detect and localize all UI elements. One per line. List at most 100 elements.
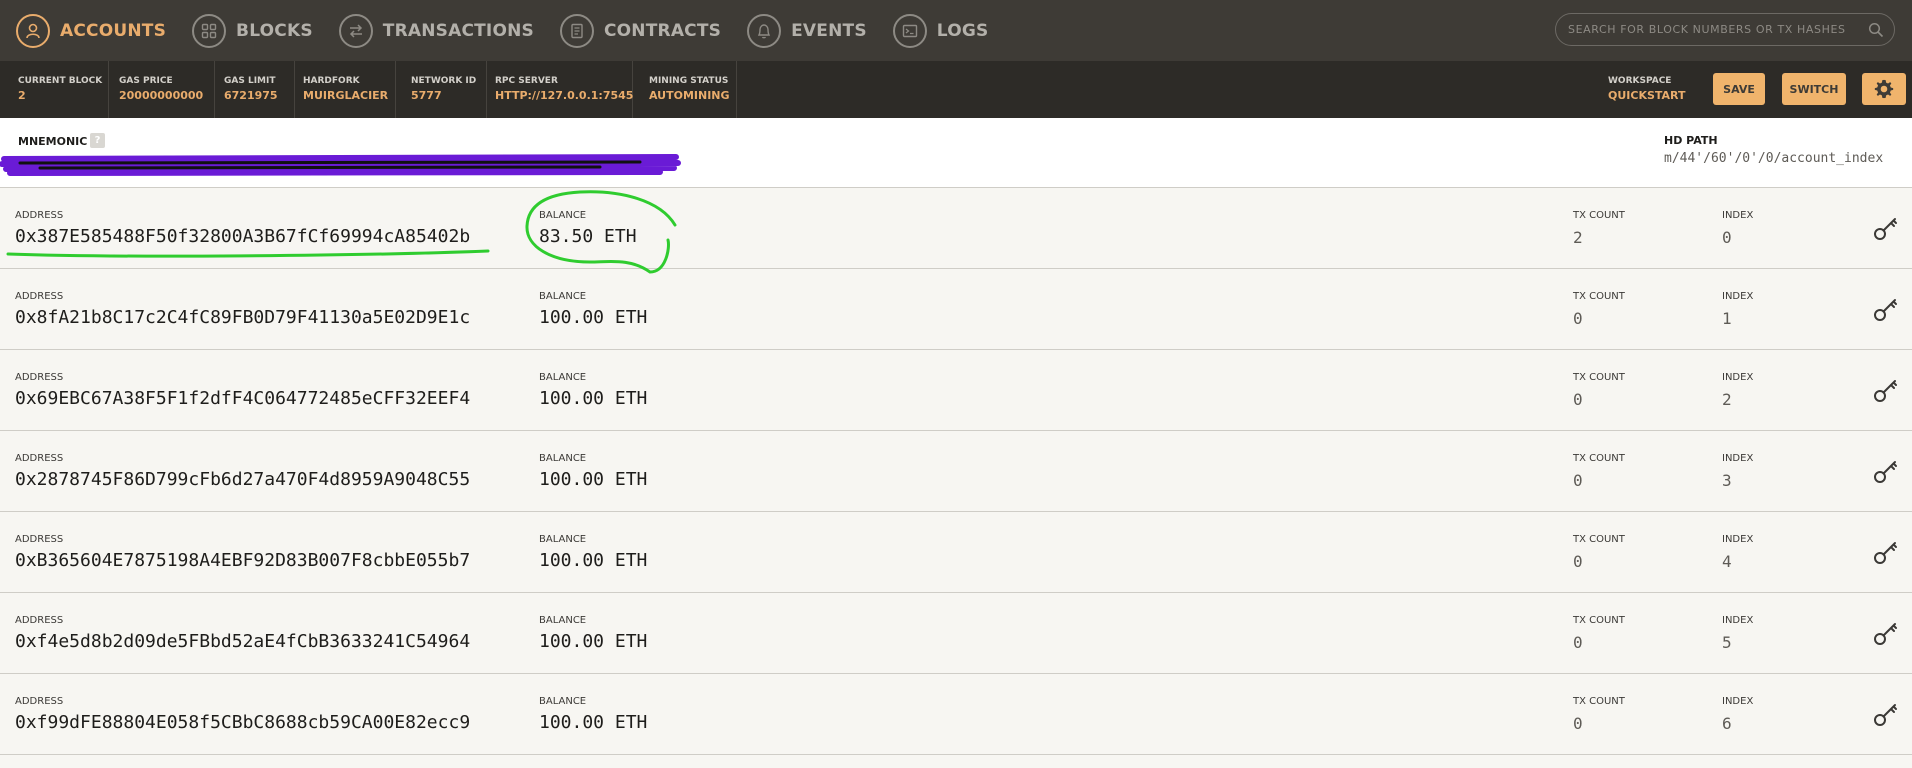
address-label: ADDRESS	[15, 696, 64, 707]
gas-price-stat: GAS PRICE 20000000000	[111, 61, 215, 118]
key-icon[interactable]	[1872, 376, 1900, 408]
nav-blocks[interactable]: BLOCKS	[192, 0, 313, 61]
current-block-stat: CURRENT BLOCK 2	[10, 61, 109, 118]
account-index: 5	[1722, 633, 1732, 652]
key-icon[interactable]	[1872, 214, 1900, 246]
account-index: 3	[1722, 471, 1732, 490]
account-row[interactable]: ADDRESS 0x387E585488F50f32800A3B67fCf699…	[0, 188, 1912, 269]
balance-label: BALANCE	[539, 615, 587, 626]
balance-label: BALANCE	[539, 696, 587, 707]
account-row[interactable]: ADDRESS 0xf4e5d8b2d09de5FBbd52aE4fCbB363…	[0, 593, 1912, 674]
network-id-label: NETWORK ID	[411, 76, 477, 86]
account-row[interactable]: ADDRESS 0xf99dFE88804E058f5CBbC8688cb59C…	[0, 674, 1912, 755]
account-balance: 100.00 ETH	[539, 388, 648, 409]
account-balance: 100.00 ETH	[539, 631, 648, 652]
account-address: 0x387E585488F50f32800A3B67fCf69994cA8540…	[15, 226, 471, 247]
index-label: INDEX	[1722, 615, 1754, 626]
search-input[interactable]	[1556, 22, 1868, 37]
settings-button[interactable]	[1862, 73, 1906, 105]
account-tx-count: 0	[1573, 309, 1583, 328]
workspace-label: WORKSPACE	[1608, 76, 1672, 86]
nav-transactions[interactable]: TRANSACTIONS	[338, 0, 534, 61]
gear-icon	[1873, 78, 1895, 100]
nav-contracts[interactable]: CONTRACTS	[559, 0, 722, 61]
account-row[interactable]: ADDRESS 0x2878745F86D799cFb6d27a470F4d89…	[0, 431, 1912, 512]
nav-blocks-label: BLOCKS	[236, 20, 313, 41]
account-address: 0xf99dFE88804E058f5CBbC8688cb59CA00E82ec…	[15, 712, 471, 733]
current-block-value: 2	[18, 89, 26, 102]
address-label: ADDRESS	[15, 615, 64, 626]
tx-count-label: TX COUNT	[1573, 534, 1625, 545]
address-label: ADDRESS	[15, 372, 64, 383]
account-address: 0x69EBC67A38F5F1f2dfF4C064772485eCFF32EE…	[15, 388, 471, 409]
account-tx-count: 0	[1573, 390, 1583, 409]
key-icon[interactable]	[1872, 538, 1900, 570]
network-id-value: 5777	[411, 89, 442, 102]
current-block-label: CURRENT BLOCK	[18, 76, 103, 86]
nav-contracts-label: CONTRACTS	[603, 20, 722, 41]
accounts-list: ADDRESS 0x387E585488F50f32800A3B67fCf699…	[0, 188, 1912, 755]
mining-status-stat: MINING STATUS AUTOMINING	[641, 61, 737, 118]
index-label: INDEX	[1722, 210, 1754, 221]
nav-accounts-label: ACCOUNTS	[60, 20, 167, 41]
account-address: 0x2878745F86D799cFb6d27a470F4d8959A9048C…	[15, 469, 471, 490]
transfer-icon	[338, 13, 373, 48]
account-tx-count: 0	[1573, 714, 1583, 733]
nav-logs-label: LOGS	[936, 20, 989, 41]
tx-count-label: TX COUNT	[1573, 372, 1625, 383]
nav-logs[interactable]: LOGS	[892, 0, 989, 61]
gas-limit-value: 6721975	[224, 89, 278, 102]
key-icon[interactable]	[1872, 619, 1900, 651]
account-address: 0xf4e5d8b2d09de5FBbd52aE4fCbB3633241C549…	[15, 631, 471, 652]
account-index: 0	[1722, 228, 1732, 247]
account-balance: 100.00 ETH	[539, 550, 648, 571]
gas-price-value: 20000000000	[119, 89, 204, 102]
search-icon[interactable]	[1868, 22, 1884, 38]
nav-transactions-label: TRANSACTIONS	[382, 20, 534, 41]
address-label: ADDRESS	[15, 291, 64, 302]
account-balance: 83.50 ETH	[539, 226, 637, 247]
workspace-value: QUICKSTART	[1608, 89, 1686, 102]
account-row[interactable]: ADDRESS 0x8fA21b8C17c2C4fC89FB0D79F41130…	[0, 269, 1912, 350]
workspace-stat: WORKSPACE QUICKSTART	[1600, 61, 1700, 118]
document-icon	[559, 13, 594, 48]
account-address: 0xB365604E7875198A4EBF92D83B007F8cbbE055…	[15, 550, 471, 571]
nav-accounts[interactable]: ACCOUNTS	[16, 0, 166, 61]
tx-count-label: TX COUNT	[1573, 453, 1625, 464]
key-icon[interactable]	[1872, 700, 1900, 732]
account-row[interactable]: ADDRESS 0xB365604E7875198A4EBF92D83B007F…	[0, 512, 1912, 593]
mining-status-value: AUTOMINING	[649, 89, 730, 102]
account-index: 4	[1722, 552, 1732, 571]
blocks-icon	[192, 13, 227, 48]
balance-label: BALANCE	[539, 210, 587, 221]
account-row[interactable]: ADDRESS 0x69EBC67A38F5F1f2dfF4C064772485…	[0, 350, 1912, 431]
account-balance: 100.00 ETH	[539, 712, 648, 733]
account-index: 6	[1722, 714, 1732, 733]
key-icon[interactable]	[1872, 295, 1900, 327]
nav-events[interactable]: EVENTS	[747, 0, 867, 61]
index-label: INDEX	[1722, 534, 1754, 545]
account-tx-count: 0	[1573, 633, 1583, 652]
status-bar: CURRENT BLOCK 2 GAS PRICE 20000000000 GA…	[0, 61, 1912, 118]
address-label: ADDRESS	[15, 210, 64, 221]
rpc-server-label: RPC SERVER	[495, 76, 558, 86]
save-button[interactable]: SAVE	[1713, 73, 1765, 105]
hardfork-value: MUIRGLACIER	[303, 89, 389, 102]
account-index: 2	[1722, 390, 1732, 409]
account-address: 0x8fA21b8C17c2C4fC89FB0D79F41130a5E02D9E…	[15, 307, 471, 328]
key-icon[interactable]	[1872, 457, 1900, 489]
redaction-scribble	[0, 154, 681, 176]
hardfork-stat: HARDFORK MUIRGLACIER	[295, 61, 396, 118]
hd-path-title: HD PATH	[1664, 134, 1718, 147]
index-label: INDEX	[1722, 696, 1754, 707]
balance-label: BALANCE	[539, 534, 587, 545]
hardfork-label: HARDFORK	[303, 76, 360, 86]
rpc-server-stat: RPC SERVER HTTP://127.0.0.1:7545	[487, 61, 633, 118]
search-box	[1555, 13, 1895, 46]
tx-count-label: TX COUNT	[1573, 291, 1625, 302]
switch-button[interactable]: SWITCH	[1782, 73, 1846, 105]
bell-icon	[747, 13, 782, 48]
help-icon[interactable]: ?	[90, 133, 105, 148]
tx-count-label: TX COUNT	[1573, 615, 1625, 626]
index-label: INDEX	[1722, 291, 1754, 302]
